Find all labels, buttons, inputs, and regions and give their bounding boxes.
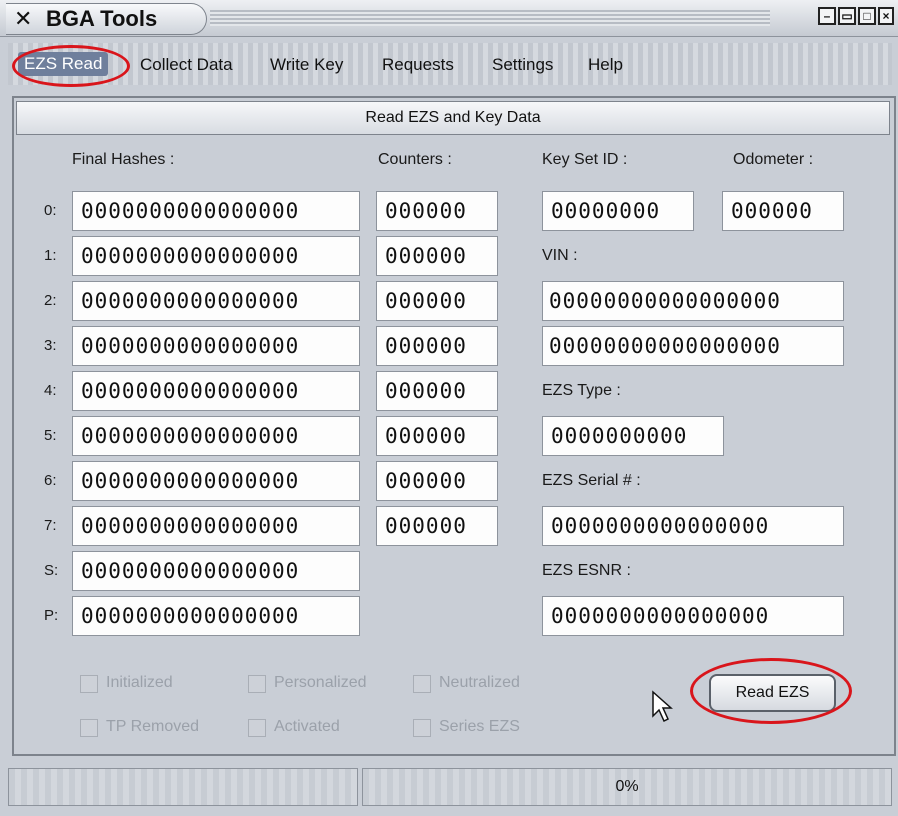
ezs-serial-label: EZS Serial # : [542, 472, 641, 489]
menu-collect-data[interactable]: Collect Data [140, 55, 233, 75]
final-hash-field-0[interactable]: 0000000000000000 [72, 191, 360, 231]
menu-requests[interactable]: Requests [382, 55, 454, 75]
counter-field-7[interactable]: 000000 [376, 506, 498, 546]
final-hash-field-1[interactable]: 0000000000000000 [72, 236, 360, 276]
hash-row-label-6: 6: [44, 472, 57, 489]
final-hash-field-6[interactable]: 0000000000000000 [72, 461, 360, 501]
status-bar: 0% [8, 768, 892, 808]
vin-label: VIN : [542, 247, 578, 264]
checkbox-box[interactable] [80, 719, 98, 737]
key-set-id-label: Key Set ID : [542, 151, 628, 168]
checkbox-box[interactable] [248, 675, 266, 693]
window-title: BGA Tools [46, 6, 158, 31]
menu-ezs-read[interactable]: EZS Read [18, 52, 109, 76]
menu-settings[interactable]: Settings [492, 55, 553, 75]
counter-field-4[interactable]: 000000 [376, 371, 498, 411]
title-bar-grip [210, 10, 770, 26]
minimize-icon[interactable]: – [818, 7, 836, 25]
counter-field-5[interactable]: 000000 [376, 416, 498, 456]
checkbox-label: Neutralized [439, 674, 520, 691]
menu-write-key[interactable]: Write Key [270, 55, 343, 75]
checkbox-box[interactable] [413, 719, 431, 737]
checkbox-series-ezs[interactable]: Series EZS [413, 718, 553, 738]
checkbox-label: Initialized [106, 674, 173, 691]
key-set-id-field[interactable]: 00000000 [542, 191, 694, 231]
menu-bar: EZS Read Collect Data Write Key Requests… [8, 43, 892, 85]
status-message [8, 768, 358, 806]
checkbox-box[interactable] [248, 719, 266, 737]
final-hash-field-5[interactable]: 0000000000000000 [72, 416, 360, 456]
checkbox-personalized[interactable]: Personalized [248, 674, 398, 694]
ezs-esnr-field[interactable]: 0000000000000000 [542, 596, 844, 636]
progress-status: 0% [362, 768, 892, 806]
final-hash-field-p[interactable]: 0000000000000000 [72, 596, 360, 636]
hash-row-label-4: 4: [44, 382, 57, 399]
final-hash-field-2[interactable]: 0000000000000000 [72, 281, 360, 321]
checkbox-label: Activated [274, 718, 340, 735]
app-window: ✕ BGA Tools – ▭ □ × EZS Read Collect Dat… [0, 0, 898, 816]
final-hash-field-4[interactable]: 0000000000000000 [72, 371, 360, 411]
final-hash-field-s[interactable]: 0000000000000000 [72, 551, 360, 591]
title-bar[interactable]: ✕ BGA Tools – ▭ □ × [0, 0, 898, 37]
checkbox-box[interactable] [413, 675, 431, 693]
counter-field-2[interactable]: 000000 [376, 281, 498, 321]
hash-row-label-5: 5: [44, 427, 57, 444]
mouse-cursor-icon [652, 690, 673, 723]
final-hash-field-7[interactable]: 0000000000000000 [72, 506, 360, 546]
checkbox-box[interactable] [80, 675, 98, 693]
odometer-label: Odometer : [733, 151, 814, 168]
menu-help[interactable]: Help [588, 55, 623, 75]
checkbox-neutralized[interactable]: Neutralized [413, 674, 553, 694]
hash-row-label-p: P: [44, 607, 59, 624]
hash-row-label-3: 3: [44, 337, 57, 354]
counters-label: Counters : [378, 151, 452, 168]
checkbox-label: Personalized [274, 674, 367, 691]
hash-row-label-0: 0: [44, 202, 57, 219]
read-ezs-button[interactable]: Read EZS [709, 674, 836, 712]
counter-field-3[interactable]: 000000 [376, 326, 498, 366]
ezs-esnr-label: EZS ESNR : [542, 562, 631, 579]
counter-field-0[interactable]: 000000 [376, 191, 498, 231]
checkbox-initialized[interactable]: Initialized [80, 674, 220, 694]
vin-field-line-2[interactable]: 00000000000000000 [542, 326, 844, 366]
checkbox-label: TP Removed [106, 718, 200, 735]
counter-field-6[interactable]: 000000 [376, 461, 498, 501]
odometer-field[interactable]: 000000 [722, 191, 844, 231]
final-hashes-label: Final Hashes : [72, 151, 175, 168]
checkbox-activated[interactable]: Activated [248, 718, 378, 738]
ezs-type-label: EZS Type : [542, 382, 621, 399]
restore-icon[interactable]: ▭ [838, 7, 856, 25]
vin-field-line-1[interactable]: 00000000000000000 [542, 281, 844, 321]
final-hash-field-3[interactable]: 0000000000000000 [72, 326, 360, 366]
checkbox-label: Series EZS [439, 718, 520, 735]
hash-row-label-7: 7: [44, 517, 57, 534]
hash-row-label-s: S: [44, 562, 59, 579]
bga-tools-logo-icon: ✕ [14, 6, 33, 31]
hash-row-label-2: 2: [44, 292, 57, 309]
ezs-serial-field[interactable]: 0000000000000000 [542, 506, 844, 546]
hash-row-label-1: 1: [44, 247, 57, 264]
ezs-type-field[interactable]: 0000000000 [542, 416, 724, 456]
counter-field-1[interactable]: 000000 [376, 236, 498, 276]
close-icon[interactable]: × [878, 7, 894, 25]
panel-header: Read EZS and Key Data [16, 101, 890, 135]
checkbox-tp-removed[interactable]: TP Removed [80, 718, 230, 738]
maximize-icon[interactable]: □ [858, 7, 876, 25]
